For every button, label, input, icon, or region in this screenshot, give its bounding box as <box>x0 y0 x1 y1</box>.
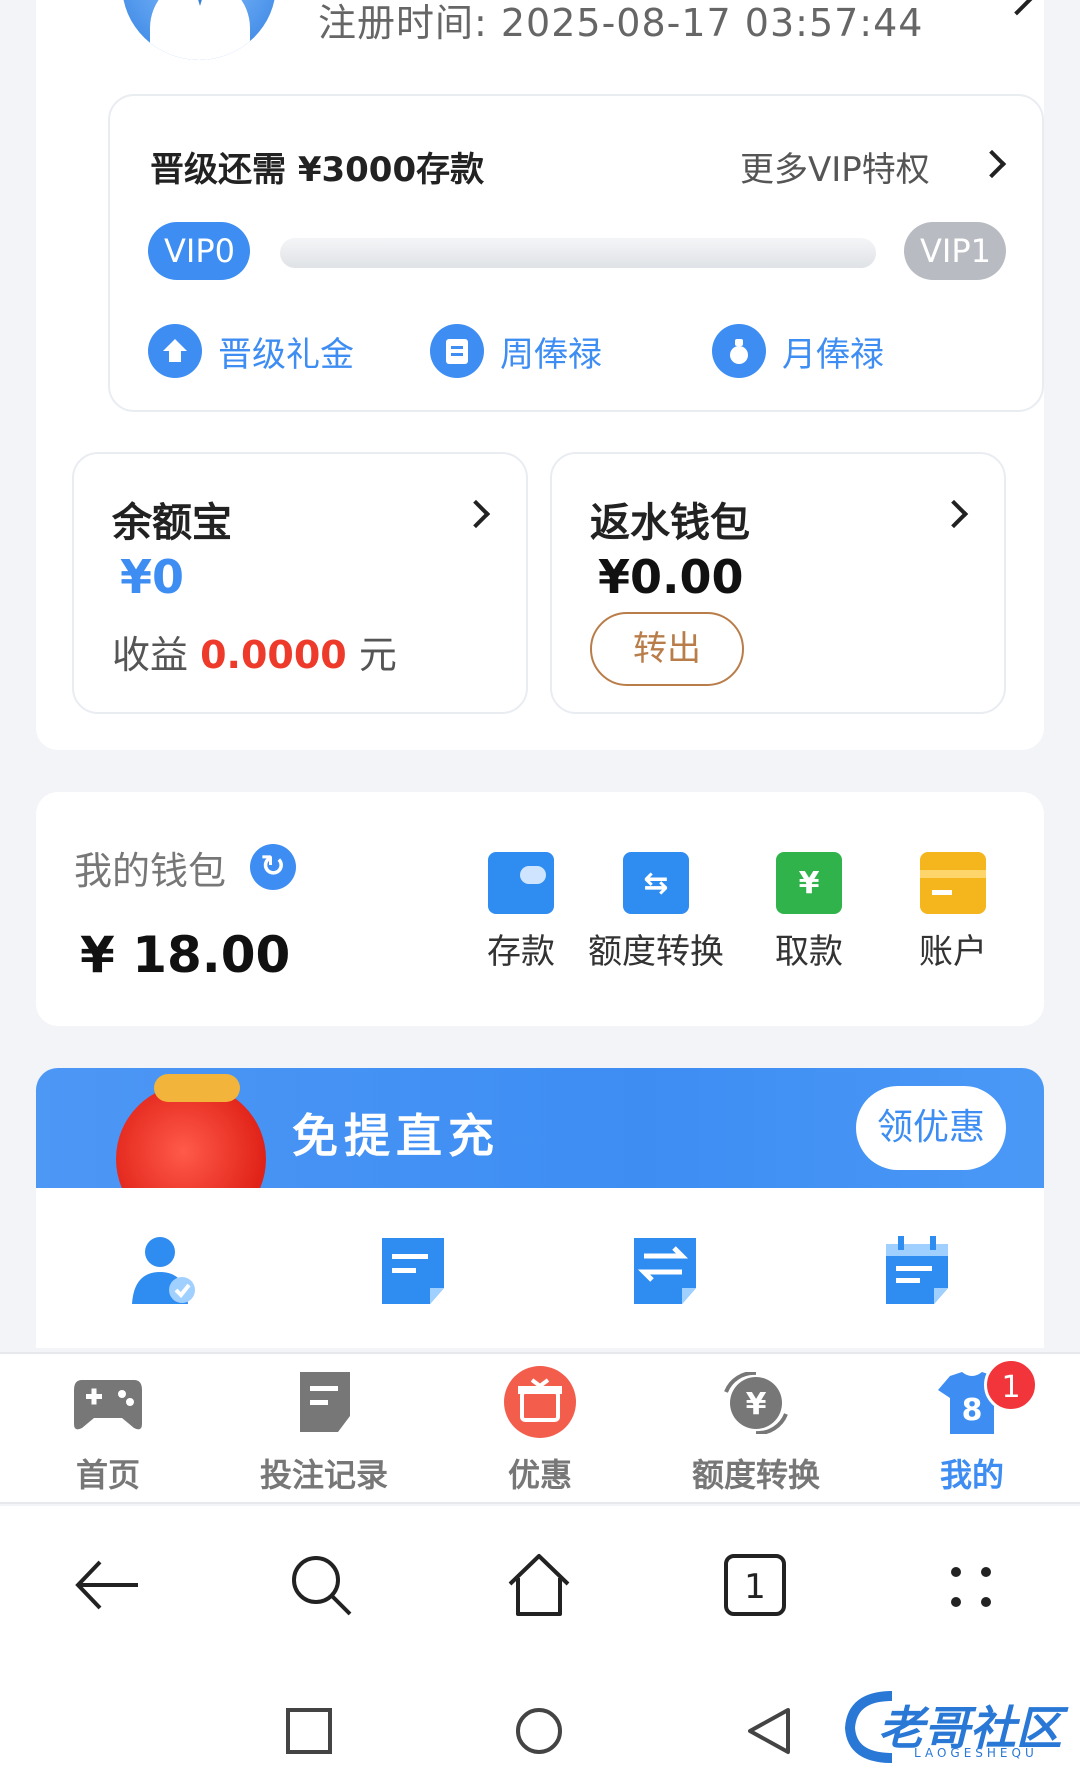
system-nav-bar: 老哥社区 LAOGESHEQU <box>0 1656 1080 1791</box>
avatar[interactable] <box>122 0 276 60</box>
claim-offer-button[interactable]: 领优惠 <box>856 1086 1006 1170</box>
home-icon[interactable] <box>504 1550 574 1620</box>
account-detail-icon[interactable] <box>630 1234 700 1308</box>
tab-count: 1 <box>744 1567 766 1607</box>
tab-exchange[interactable]: ¥ 额度转换 <box>656 1370 856 1496</box>
tab-home[interactable]: 首页 <box>8 1372 208 1496</box>
action-label: 账户 <box>919 932 987 972</box>
more-vip-privileges-link[interactable]: 更多VIP特权 <box>740 142 930 191</box>
watermark-subtext: LAOGESHEQU <box>914 1746 1038 1760</box>
next-vip-badge: VIP1 <box>904 222 1006 280</box>
rebate-wallet-title: 返水钱包 <box>590 500 750 546</box>
record-icon <box>288 1372 360 1434</box>
my-wallet-card: 我的钱包 ↻ ¥ 18.00 存款 ⇆ 额度转换 ¥ 取款 账户 <box>36 792 1044 1026</box>
jersey-number: 8 <box>962 1393 983 1428</box>
tabs-count-icon[interactable]: 1 <box>720 1550 790 1620</box>
vip-upgrade-requirement: 晋级还需 ¥3000存款 <box>150 150 485 190</box>
perk-label: 月俸禄 <box>782 334 884 375</box>
perk-upgrade-bonus[interactable]: 晋级礼金 <box>148 324 354 378</box>
promo-title: 免提直充 <box>292 1109 500 1163</box>
wallet-title: 我的钱包 <box>74 849 227 893</box>
withdraw-button[interactable]: ¥ 取款 <box>754 852 864 973</box>
tab-label: 首页 <box>75 1456 140 1494</box>
refresh-icon[interactable]: ↻ <box>250 844 296 890</box>
browser-toolbar: 1 <box>0 1506 1080 1656</box>
earnings-label: 收益 <box>112 633 189 677</box>
yuebao-chevron-right-icon[interactable] <box>461 499 491 529</box>
upgrade-icon <box>148 324 202 378</box>
moneybag-icon <box>712 324 766 378</box>
jersey-icon: 8 1 <box>936 1358 1038 1434</box>
rebate-amount: ¥0.00 <box>598 550 744 604</box>
recent-apps-icon[interactable] <box>284 1706 334 1756</box>
search-icon[interactable] <box>286 1550 356 1620</box>
gift-icon <box>504 1366 576 1438</box>
perk-weekly-salary[interactable]: 周俸禄 <box>430 324 602 378</box>
earnings-value: 0.0000 <box>200 633 347 677</box>
rebate-chevron-right-icon[interactable] <box>939 499 969 529</box>
tab-label: 优惠 <box>507 1456 572 1494</box>
personal-report-icon[interactable] <box>882 1234 952 1308</box>
action-label: 存款 <box>487 932 555 972</box>
rebate-wallet-card[interactable]: 返水钱包 ¥0.00 转出 <box>550 452 1006 714</box>
deposit-button[interactable]: 存款 <box>466 852 576 973</box>
card-icon <box>920 852 986 914</box>
tab-label: 投注记录 <box>259 1456 388 1494</box>
watermark-logo: 老哥社区 LAOGESHEQU <box>842 1686 1068 1766</box>
vip-progress-bar <box>280 238 876 268</box>
yuebao-card[interactable]: 余额宝 ¥0 收益 0.0000 元 <box>72 452 528 714</box>
member-center-icon[interactable] <box>128 1234 198 1308</box>
system-back-icon[interactable] <box>744 1706 794 1756</box>
perk-label: 晋级礼金 <box>218 334 354 375</box>
yuebao-title: 余额宝 <box>112 500 232 546</box>
tab-promotions[interactable]: 优惠 <box>440 1366 640 1496</box>
yuebao-amount: ¥0 <box>120 550 185 604</box>
current-vip-badge: VIP0 <box>148 222 250 280</box>
app-tab-bar: 首页 投注记录 优惠 ¥ 额度转换 8 1 我的 <box>0 1352 1080 1504</box>
vip-card: 晋级还需 ¥3000存款 更多VIP特权 VIP0 VIP1 晋级礼金 周俸禄 … <box>108 94 1044 412</box>
atm-icon: ¥ <box>776 852 842 914</box>
earnings-unit: 元 <box>358 633 397 677</box>
registration-time: 注册时间: 2025-08-17 03:57:44 <box>318 1 924 45</box>
vip-chevron-right-icon[interactable] <box>977 149 1007 179</box>
account-button[interactable]: 账户 <box>898 852 1008 973</box>
action-label: 取款 <box>775 932 843 972</box>
tab-label: 额度转换 <box>691 1456 820 1494</box>
lucky-bag-tie <box>154 1074 240 1102</box>
profile-chevron-right-icon[interactable] <box>998 0 1036 16</box>
action-label: 额度转换 <box>588 932 724 972</box>
back-arrow-icon[interactable] <box>72 1550 142 1620</box>
gamepad-icon <box>72 1372 144 1434</box>
wallet-balance: ¥ 18.00 <box>80 926 291 984</box>
perk-label: 周俸禄 <box>500 334 602 375</box>
clipboard-icon <box>430 324 484 378</box>
notification-badge: 1 <box>984 1358 1038 1412</box>
promo-banner[interactable]: 免提直充 领优惠 <box>36 1068 1044 1188</box>
perk-monthly-salary[interactable]: 月俸禄 <box>712 324 884 378</box>
tab-mine[interactable]: 8 1 我的 <box>872 1358 1072 1496</box>
avatar-shirt <box>150 0 250 60</box>
transfer-button[interactable]: ⇆ 额度转换 <box>576 852 736 973</box>
more-menu-icon[interactable] <box>936 1550 1006 1620</box>
tab-bet-record[interactable]: 投注记录 <box>224 1372 424 1496</box>
wallet-icon <box>488 852 554 914</box>
svg-text:¥: ¥ <box>746 1387 767 1422</box>
system-home-icon[interactable] <box>514 1706 564 1756</box>
tab-label: 我的 <box>939 1456 1004 1494</box>
transfer-out-button[interactable]: 转出 <box>590 612 744 686</box>
feature-grid <box>36 1188 1044 1348</box>
bet-record-icon[interactable] <box>378 1234 448 1308</box>
exchange-icon: ¥ <box>720 1370 792 1436</box>
transfer-icon: ⇆ <box>623 852 689 914</box>
yuebao-earnings: 收益 0.0000 元 <box>112 624 397 679</box>
